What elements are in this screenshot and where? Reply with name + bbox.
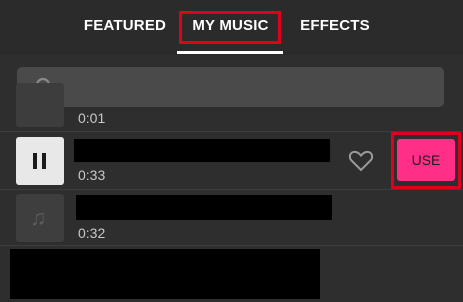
pause-button[interactable] [16, 137, 64, 185]
track-row[interactable]: 0:01 [0, 83, 463, 131]
track-duration: 0:33 [78, 167, 106, 183]
tab-featured[interactable]: FEATURED [82, 0, 168, 55]
track-duration: 0:32 [78, 225, 106, 241]
search-bar[interactable] [17, 67, 444, 107]
redacted-content [10, 249, 320, 299]
heart-icon[interactable] [348, 149, 374, 173]
pause-icon [33, 153, 47, 169]
track-row[interactable]: ♫ 0:32 [0, 192, 463, 244]
active-tab-underline [177, 51, 283, 54]
use-button[interactable]: USE [397, 139, 455, 181]
tab-effects[interactable]: EFFECTS [297, 0, 373, 55]
tab-my-music[interactable]: MY MUSIC [178, 0, 283, 55]
redacted-track-title [74, 139, 330, 162]
divider [0, 245, 463, 246]
track-thumbnail [16, 83, 64, 127]
divider [0, 189, 463, 190]
track-duration: 0:01 [78, 110, 106, 126]
redacted-track-title [76, 195, 332, 220]
track-thumbnail: ♫ [16, 194, 64, 242]
search-input[interactable] [67, 73, 431, 103]
tab-bar: FEATURED MY MUSIC EFFECTS [0, 0, 463, 55]
music-note-icon: ♫ [30, 205, 47, 230]
